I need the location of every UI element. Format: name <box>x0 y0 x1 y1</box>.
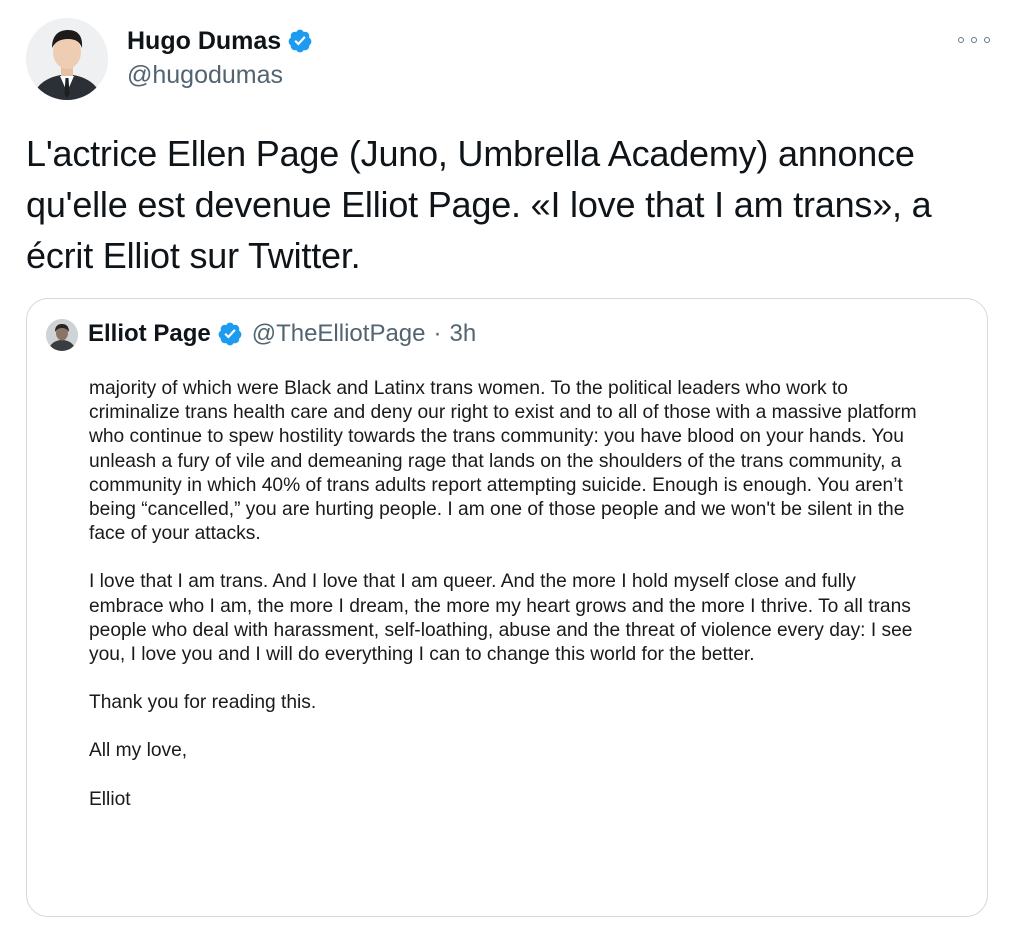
letter-paragraph: Elliot <box>89 788 131 810</box>
tweet: Hugo Dumas @hugodumas L'actrice Ellen Pa… <box>0 0 1012 938</box>
letter-paragraph: majority of which were Black and Latinx … <box>89 378 917 545</box>
letter-paragraph: All my love, <box>89 740 188 762</box>
more-horizontal-icon-dot <box>958 37 964 43</box>
verified-badge-icon <box>218 322 242 346</box>
letter-paragraph: I love that I am trans. And I love that … <box>89 571 913 666</box>
quoted-avatar-photo <box>46 319 78 351</box>
quoted-tweet[interactable]: Elliot Page @TheElliotPage · 3h majority… <box>26 298 988 917</box>
more-horizontal-icon-dot <box>971 37 977 43</box>
author-handle[interactable]: @hugodumas <box>127 60 283 90</box>
tweet-text: L'actrice Ellen Page (Juno, Umbrella Aca… <box>26 133 932 276</box>
author-avatar[interactable] <box>26 18 108 100</box>
quoted-timestamp[interactable]: 3h <box>450 318 477 350</box>
more-options-button[interactable] <box>958 30 990 50</box>
quoted-author-avatar[interactable] <box>46 319 78 351</box>
verified-badge-icon <box>288 29 312 53</box>
quoted-author-name[interactable]: Elliot Page <box>88 318 211 350</box>
author-name-text: Hugo Dumas <box>127 27 282 55</box>
letter-image: majority of which were Black and Latinx … <box>89 377 929 836</box>
letter-paragraph: Thank you for reading this. <box>89 692 317 714</box>
more-horizontal-icon-dot <box>984 37 990 43</box>
author-name[interactable]: Hugo Dumas <box>127 26 313 56</box>
quoted-header: Elliot Page @TheElliotPage · 3h <box>88 318 476 350</box>
quoted-author-handle[interactable]: @TheElliotPage <box>252 318 426 350</box>
separator-dot: · <box>433 320 442 347</box>
avatar-photo <box>26 18 108 100</box>
